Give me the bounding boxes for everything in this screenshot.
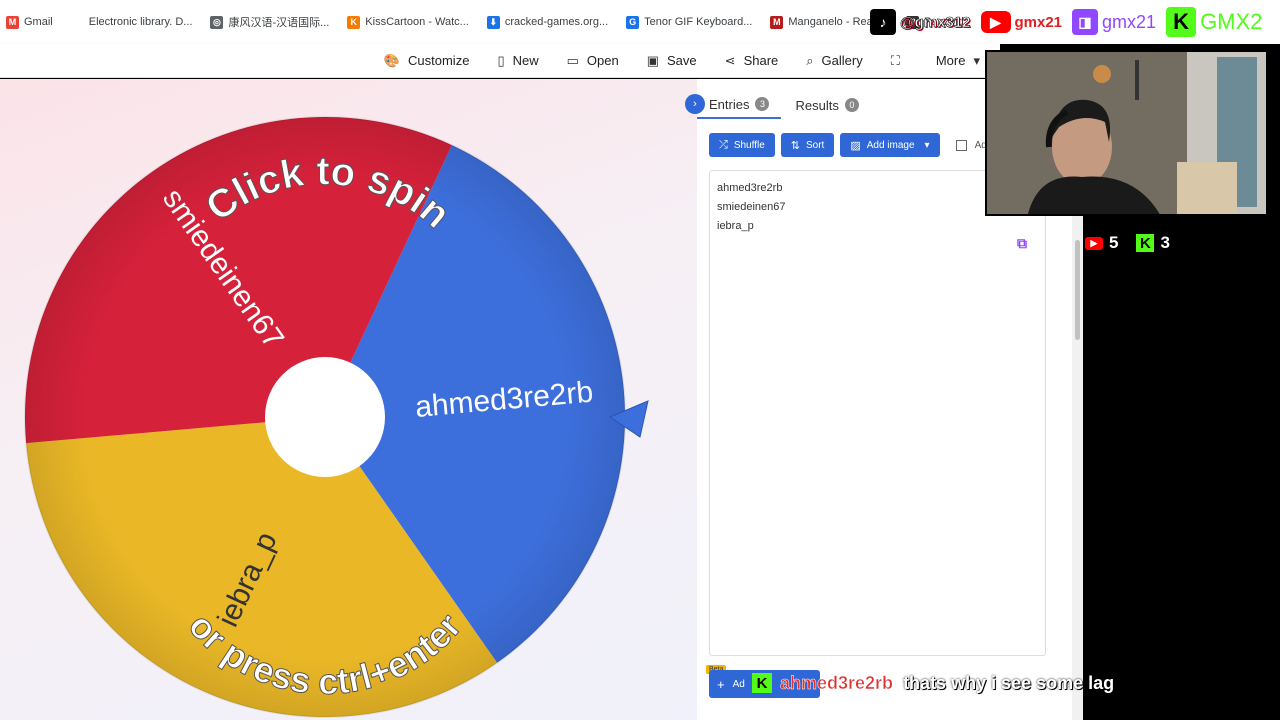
kick-small-icon: K <box>1136 234 1155 252</box>
tab-results-label: Results <box>795 97 839 113</box>
open-button[interactable]: ▭ Open <box>567 53 619 69</box>
panel-button-row: ⤮ Shuffle ⇅ Sort ▨ Add image ▾ Adva <box>709 133 997 157</box>
chevron-right-icon[interactable]: › <box>685 94 705 114</box>
save-icon: ▣ <box>646 52 660 68</box>
results-count-badge: 0 <box>844 98 859 112</box>
tab-entries-label: Entries <box>709 96 750 112</box>
kisscartoon-icon: K <box>347 15 361 29</box>
kick-handle: K GMX2 <box>1166 7 1262 37</box>
wheel-area[interactable]: ahmed3re2rbiebra_psmiedeinen67 Click to … <box>0 79 695 720</box>
bookmark-label: Tenor GIF Keyboard... <box>644 16 753 28</box>
twitch-logo-icon: ◨ <box>1072 9 1099 35</box>
wheel-center[interactable] <box>265 357 385 477</box>
webcam-feed <box>985 50 1268 216</box>
entries-count-badge: 3 <box>755 97 770 111</box>
entries-textarea[interactable]: ahmed3re2rb smiedeinen67 iebra_p <box>709 170 1046 656</box>
chat-username: ahmed3re2rb <box>780 672 894 693</box>
bookmark-1[interactable]: Electronic library. D... <box>65 7 205 37</box>
bookmark-0[interactable]: M Gmail <box>0 7 65 37</box>
gif-icon: G <box>626 15 640 29</box>
globe-icon: ◎ <box>210 15 224 29</box>
youtube-handle: ▶ gmx21 <box>980 11 1062 33</box>
entry-line: iebra_p <box>717 220 754 232</box>
chat-text: thats why i see some lag <box>903 672 1115 693</box>
search-icon: ⌕ <box>806 52 814 68</box>
chevron-down-icon: ▾ <box>924 139 930 151</box>
webcam-image <box>987 52 1266 214</box>
toolbar-label: More <box>935 53 966 68</box>
sort-button[interactable]: ⇅ Sort <box>780 133 835 157</box>
shuffle-button[interactable]: ⤮ Shuffle <box>709 133 775 157</box>
scrollbar-thumb[interactable] <box>1075 240 1080 340</box>
social-overlay: ♪ @gmx312 ▶ gmx21 ◨ gmx21 K GMX2 <box>870 0 1272 44</box>
bookmark-5[interactable]: G Tenor GIF Keyboard... <box>620 7 764 37</box>
palette-icon: 🎨 <box>383 52 401 68</box>
folder-icon: ▭ <box>566 52 579 68</box>
wheel[interactable]: ahmed3re2rbiebra_psmiedeinen67 Click to … <box>0 79 695 720</box>
fullscreen-button[interactable]: ⛶ <box>891 53 908 69</box>
sort-icon: ⇅ <box>790 139 800 152</box>
plus-icon: + <box>717 676 725 692</box>
shuffle-icon: ⤮ <box>719 138 728 151</box>
tiktok-handle: ♪ @gmx312 <box>870 9 971 35</box>
customize-button[interactable]: 🎨 Customize <box>384 53 470 69</box>
kick-icon: K <box>1166 7 1197 37</box>
chevron-down-icon: ▾ <box>973 52 980 68</box>
manganelo-icon: M <box>770 15 784 29</box>
bookmark-3[interactable]: K KissCartoon - Watc... <box>341 7 481 37</box>
new-file-icon: ▯ <box>497 52 505 68</box>
chat-message: K ahmed3re2rb thats why i see some lag <box>752 672 1114 694</box>
twitch-handle: ◨ gmx21 <box>1072 9 1156 35</box>
library-icon <box>71 16 84 29</box>
bookmark-label: KissCartoon - Watc... <box>365 16 469 28</box>
kick-chat-icon: K <box>752 673 772 693</box>
shuffle-label: Shuffle <box>733 139 765 151</box>
fullscreen-icon: ⛶ <box>890 52 900 68</box>
panel-tabs: › Entries 3 Results 0 <box>685 91 871 119</box>
sort-label: Sort <box>805 139 825 151</box>
gallery-button[interactable]: ⌕ Gallery <box>806 53 862 69</box>
bookmark-label: Electronic library. D... <box>88 16 193 28</box>
toolbar-label: Gallery <box>821 53 863 68</box>
toolbar-label: Open <box>586 53 619 68</box>
kick-viewers: K 3 <box>1136 233 1170 253</box>
bookmark-label: 康风汉语-汉语国际... <box>228 17 330 29</box>
add-sheet-label: Ad <box>732 678 745 690</box>
image-icon: ▨ <box>850 139 861 152</box>
add-image-label: Add image <box>866 139 915 151</box>
bookmark-label: Gmail <box>24 16 53 28</box>
add-image-button[interactable]: ▨ Add image ▾ <box>840 133 940 157</box>
toolbar-label: Save <box>667 53 697 68</box>
download-icon: ⬇ <box>486 15 500 29</box>
more-button[interactable]: More ▾ <box>936 53 980 69</box>
youtube-small-icon: ▶ <box>1085 236 1103 250</box>
bookmark-4[interactable]: ⬇ cracked-games.org... <box>481 7 620 37</box>
bookmark-2[interactable]: ◎ 康风汉语-汉语国际... <box>204 7 341 37</box>
share-button[interactable]: ⋖ Share <box>725 53 779 69</box>
tiktok-icon: ♪ <box>870 9 896 35</box>
tab-entries[interactable]: › Entries 3 <box>685 91 782 119</box>
advanced-checkbox[interactable] <box>955 139 967 151</box>
new-button[interactable]: ▯ New <box>497 53 538 69</box>
page-content: ahmed3re2rbiebra_psmiedeinen67 Click to … <box>0 79 1083 720</box>
app-toolbar: 🎨 Customize ▯ New ▭ Open ▣ Save ⋖ Share ⌕ Gallery ⛶ M… <box>0 44 1000 78</box>
tab-results[interactable]: Results 0 <box>795 91 870 119</box>
share-icon: ⋖ <box>724 52 736 68</box>
toolbar-label: Customize <box>408 53 470 68</box>
gmail-icon: M <box>6 15 19 29</box>
toolbar-label: New <box>512 53 539 68</box>
save-button[interactable]: ▣ Save <box>647 53 697 69</box>
viewer-stats: ▶ 5 K 3 <box>1085 233 1170 253</box>
twitch-icon: ⧉ <box>1017 235 1027 251</box>
toolbar-label: Share <box>743 53 779 68</box>
youtube-icon: ▶ <box>980 11 1011 33</box>
bookmark-label: cracked-games.org... <box>504 16 609 28</box>
youtube-viewers: ▶ 5 <box>1085 233 1118 253</box>
